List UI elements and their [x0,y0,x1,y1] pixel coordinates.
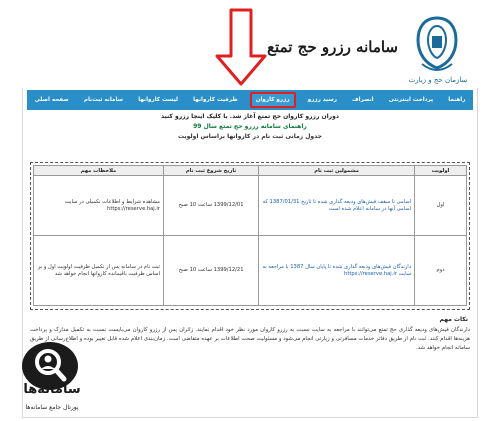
row-notes: مشاهده شرایط و اطلاعات تکمیلی در سایت ht… [33,175,164,236]
nav-item-reserve-caravan[interactable]: رزرو کاروان [249,92,296,108]
logo-caption: سازمان حج و زیارت [408,76,468,84]
row-notes: ثبت نام در سامانه پس از تکمیل ظرفیت اولو… [33,235,164,306]
red-arrow-icon [215,8,267,86]
nav-item-home[interactable]: صفحه اصلی [32,94,72,106]
nav-item-reservation-receipt[interactable]: رسید رزرو [305,94,340,106]
nav-item-help[interactable]: راهنما [445,94,468,106]
row-priority: دوم [414,235,467,306]
header-start-date: تاریخ شروع ثبت نام [162,165,260,176]
notes-title: نکات مهم [439,316,469,323]
row-eligible: اسامی تا سقف فیش‌های ودیعه گذاری شده تا … [258,175,416,236]
nav-item-registration[interactable]: سامانه ثبت‌نام [81,94,126,106]
header-notes: ملاحظات مهم [33,165,164,176]
main-nav: صفحه اصلی سامانه ثبت‌نام لیست کاروانها ظ… [27,90,473,110]
watermark: سامانه‌ها پورتال جامع سامانه‌ها [6,342,98,418]
schedule-table-container: اولویت مشمولین ثبت نام تاریخ شروع ثبت نا… [30,162,470,310]
hajj-logo-icon [416,16,458,71]
watermark-subtitle: پورتال جامع سامانه‌ها [25,404,79,411]
nav-item-cancel[interactable]: انصراف [349,94,376,106]
header-priority: اولویت [414,165,467,176]
schedule-table: اولویت مشمولین ثبت نام تاریخ شروع ثبت نا… [33,165,467,306]
row-priority: اول [414,175,467,236]
table-row: اول اسامی تا سقف فیش‌های ودیعه گذاری شده… [33,175,467,236]
watermark-text: سامانه‌ها [23,382,81,397]
header-eligible: مشمولین ثبت نام [258,165,416,176]
nav-item-online-payment[interactable]: پرداخت اینترنتی [386,94,436,106]
row-start-date: 1399/12/01 ساعت 10 صبح [162,175,260,236]
row-start-date: 1399/12/21 ساعت 10 صبح [162,235,260,306]
table-row: دوم دارندگان فیش‌های ودیعه گذاری شده تا … [33,235,467,306]
nav-item-caravan-list[interactable]: لیست کاروانها [135,94,181,106]
site-title: سامانه رزرو حج تمتع [267,38,398,56]
notice-reservation-link[interactable]: دوران رزرو کاروان حج تمتع آغاز شد. با کل… [30,112,470,122]
notice-guide-link[interactable]: راهنمای سامانه رزرو حج تمتع سال 99 [30,122,470,132]
notice-block: دوران رزرو کاروان حج تمتع آغاز شد. با کل… [30,112,470,142]
nav-item-caravan-capacity[interactable]: ظرفیت کاروانها [190,94,240,106]
notice-schedule-title: جدول زمانی ثبت نام در کاروانها براساس او… [178,133,322,140]
row-eligible: دارندگان فیش‌های ودیعه گذاری شده تا پایا… [258,235,416,306]
